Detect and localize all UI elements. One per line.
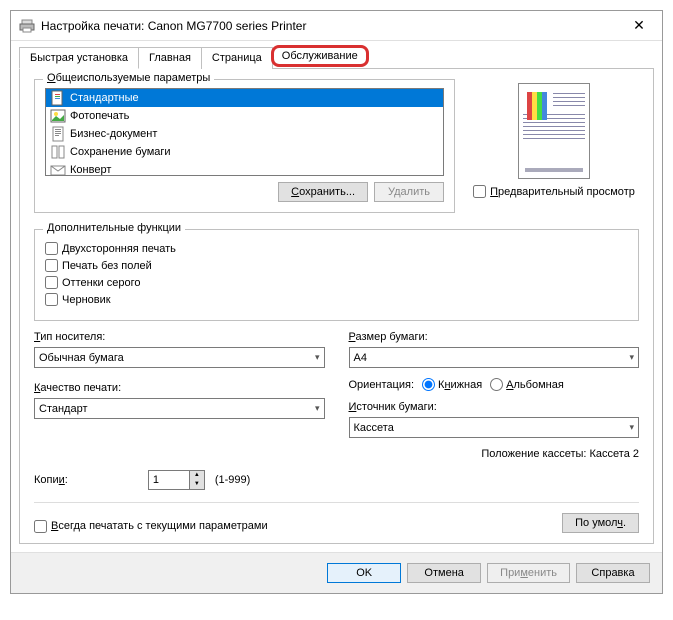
- photo-icon: [50, 108, 66, 124]
- grayscale-row[interactable]: Оттенки серого: [45, 276, 628, 289]
- orientation-label: Ориентация:: [349, 379, 415, 391]
- print-preview-thumbnail: [518, 83, 590, 179]
- landscape-radio-row[interactable]: Альбомная: [490, 378, 564, 391]
- grayscale-label: Оттенки серого: [62, 277, 140, 289]
- profiles-fieldset: Общеиспользуемые параметры Стандартные Ф…: [34, 79, 455, 213]
- media-type-select[interactable]: Обычная бумага ▾: [34, 347, 325, 368]
- copies-row: Копии: ▲ ▼ (1-999): [34, 470, 639, 490]
- document-icon: [50, 90, 66, 106]
- profile-item-business[interactable]: Бизнес-документ: [46, 125, 443, 143]
- always-print-checkbox[interactable]: [34, 520, 47, 533]
- preview-label: Предварительный просмотр: [490, 186, 635, 198]
- profiles-list[interactable]: Стандартные Фотопечать Бизнес-документ: [45, 88, 444, 176]
- cassette-position-note: Положение кассеты: Кассета 2: [349, 448, 640, 460]
- always-print-row[interactable]: Всегда печатать с текущими параметрами: [34, 520, 268, 533]
- paper-source-value: Кассета: [354, 422, 394, 434]
- save-paper-icon: [50, 144, 66, 160]
- business-doc-icon: [50, 126, 66, 142]
- paper-source-select[interactable]: Кассета ▾: [349, 417, 640, 438]
- quality-value: Стандарт: [39, 403, 88, 415]
- close-button[interactable]: ✕: [624, 17, 654, 34]
- always-print-label: Всегда печатать с текущими параметрами: [51, 520, 268, 532]
- profile-item-photo[interactable]: Фотопечать: [46, 107, 443, 125]
- spin-up-button[interactable]: ▲: [190, 471, 204, 480]
- borderless-label: Печать без полей: [62, 260, 152, 272]
- duplex-label: Двухсторонняя печать: [62, 243, 176, 255]
- landscape-label: Альбомная: [506, 379, 564, 391]
- printer-icon: [19, 18, 35, 34]
- portrait-radio[interactable]: [422, 378, 435, 391]
- profile-label: Фотопечать: [70, 110, 129, 122]
- save-profile-button[interactable]: Сохранить...: [278, 182, 368, 202]
- preview-column: Предварительный просмотр: [469, 79, 639, 223]
- profile-label: Бизнес-документ: [70, 128, 157, 140]
- draft-label: Черновик: [62, 294, 111, 306]
- profile-label: Конверт: [70, 164, 111, 176]
- tab-page[interactable]: Страница: [201, 47, 273, 69]
- quality-label: Качество печати:: [34, 382, 325, 394]
- duplex-row[interactable]: Двухсторонняя печать: [45, 242, 628, 255]
- chevron-down-icon: ▾: [629, 422, 634, 433]
- apply-button[interactable]: Применить: [487, 563, 570, 583]
- media-type-label: Тип носителя:: [34, 331, 325, 343]
- spin-down-button[interactable]: ▼: [190, 480, 204, 489]
- chevron-down-icon: ▾: [315, 352, 320, 363]
- landscape-radio[interactable]: [490, 378, 503, 391]
- addfunc-legend: Дополнительные функции: [43, 222, 185, 234]
- profile-item-save-paper[interactable]: Сохранение бумаги: [46, 143, 443, 161]
- defaults-button[interactable]: По умолч.: [562, 513, 639, 533]
- paper-size-value: A4: [354, 352, 367, 364]
- titlebar: Настройка печати: Canon MG7700 series Pr…: [11, 11, 662, 41]
- copies-range: (1-999): [215, 474, 250, 486]
- profile-label: Сохранение бумаги: [70, 146, 171, 158]
- profile-item-standard[interactable]: Стандартные: [46, 89, 443, 107]
- chevron-down-icon: ▾: [629, 352, 634, 363]
- ok-button[interactable]: OK: [327, 563, 401, 583]
- borderless-row[interactable]: Печать без полей: [45, 259, 628, 272]
- paper-source-label: Источник бумаги:: [349, 401, 640, 413]
- cancel-button[interactable]: Отмена: [407, 563, 481, 583]
- preview-checkbox[interactable]: [473, 185, 486, 198]
- portrait-radio-row[interactable]: Книжная: [422, 378, 482, 391]
- help-button[interactable]: Справка: [576, 563, 650, 583]
- delete-profile-button[interactable]: Удалить: [374, 182, 444, 202]
- paper-size-select[interactable]: A4 ▾: [349, 347, 640, 368]
- tab-quick-setup[interactable]: Быстрая установка: [19, 47, 139, 69]
- window-title: Настройка печати: Canon MG7700 series Pr…: [41, 19, 624, 33]
- borderless-checkbox[interactable]: [45, 259, 58, 272]
- tab-service[interactable]: Обслуживание: [271, 45, 369, 67]
- profile-item-envelope[interactable]: Конверт: [46, 161, 443, 176]
- media-type-value: Обычная бумага: [39, 352, 124, 364]
- quick-setup-panel: Общеиспользуемые параметры Стандартные Ф…: [19, 68, 654, 544]
- tab-main[interactable]: Главная: [138, 47, 202, 69]
- draft-checkbox[interactable]: [45, 293, 58, 306]
- portrait-label: Книжная: [438, 379, 482, 391]
- print-settings-dialog: Настройка печати: Canon MG7700 series Pr…: [10, 10, 663, 594]
- duplex-checkbox[interactable]: [45, 242, 58, 255]
- paper-size-label: Размер бумаги:: [349, 331, 640, 343]
- chevron-down-icon: ▾: [315, 403, 320, 414]
- additional-functions-fieldset: Дополнительные функции Двухсторонняя печ…: [34, 229, 639, 321]
- draft-row[interactable]: Черновик: [45, 293, 628, 306]
- profile-label: Стандартные: [70, 92, 139, 104]
- copies-label: Копии:: [34, 474, 68, 486]
- quality-select[interactable]: Стандарт ▾: [34, 398, 325, 419]
- copies-input[interactable]: [149, 472, 189, 488]
- profiles-legend: Общеиспользуемые параметры: [43, 72, 214, 84]
- dialog-buttons: OK Отмена Применить Справка: [11, 552, 662, 593]
- preview-checkbox-row[interactable]: Предварительный просмотр: [473, 185, 635, 198]
- grayscale-checkbox[interactable]: [45, 276, 58, 289]
- copies-spinner[interactable]: ▲ ▼: [148, 470, 205, 490]
- envelope-icon: [50, 162, 66, 176]
- tab-bar: Быстрая установка Главная Страница Обслу…: [11, 41, 662, 69]
